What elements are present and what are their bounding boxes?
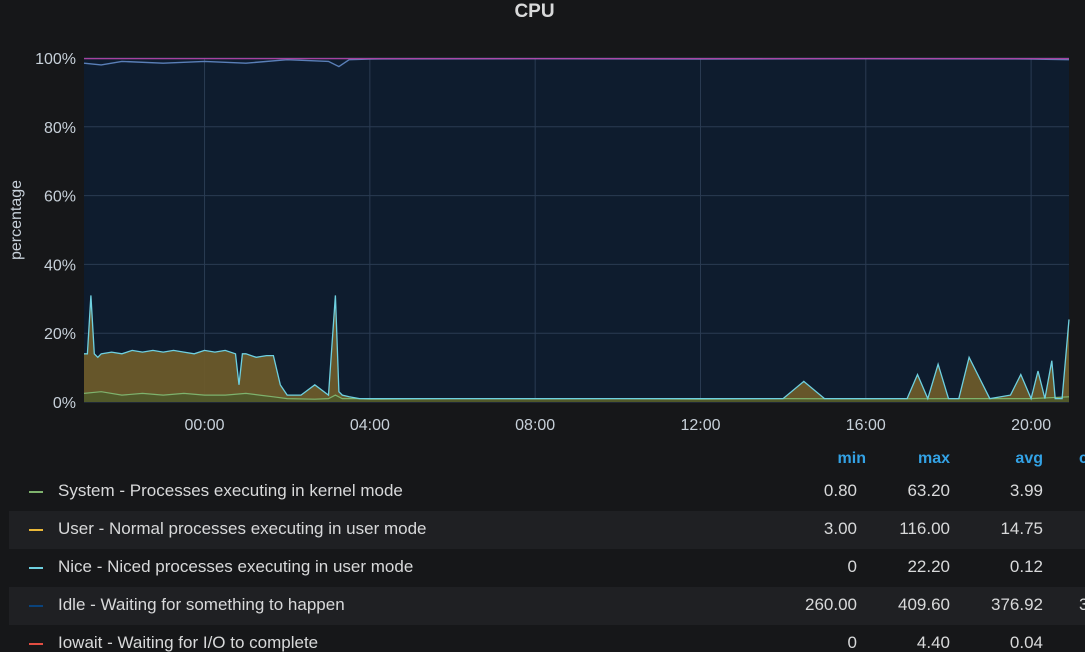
series-min: 0.80 [823,481,857,500]
series-avg: 376.92 [991,595,1043,614]
series-name[interactable]: System - Processes executing in kernel m… [58,481,403,501]
series-max: 22.20 [907,557,950,576]
y-tick-label: 20% [44,326,76,343]
y-tick-label: 0% [53,395,76,412]
series-avg: 14.75 [1000,519,1043,538]
series-name[interactable]: Nice - Niced processes executing in user… [58,557,413,577]
x-tick-label: 08:00 [515,417,555,434]
x-tick-label: 00:00 [185,417,225,434]
legend-table: min max avg c System - Processes executi… [9,446,1085,652]
series-avg: 0.04 [1009,633,1043,652]
series-name[interactable]: User - Normal processes executing in use… [58,519,426,539]
series-name[interactable]: Iowait - Waiting for I/O to complete [58,633,318,652]
series-min: 0 [847,557,857,576]
series-avg: 0.12 [1009,557,1043,576]
cpu-chart[interactable]: 0% 20% 40% 60% 80% 100% 00:00 04:00 08:00 12:00 16… [0,0,1085,440]
series-max: 116.00 [899,519,950,538]
series-color-swatch[interactable] [29,529,43,531]
series-color-swatch[interactable] [29,567,43,569]
series-min: 0 [847,633,857,652]
legend-row[interactable]: System - Processes executing in kernel m… [9,473,1085,511]
x-tick-label: 20:00 [1011,417,1051,434]
series-max: 409.60 [898,595,950,614]
series-current: 3 [1079,595,1085,614]
legend-header-max[interactable]: max [870,450,950,468]
legend-header: min max avg c [9,446,1085,473]
plot-area [84,58,1069,402]
series-color-swatch[interactable] [29,491,43,493]
series-avg: 3.99 [1009,481,1043,500]
series-max: 63.20 [907,481,950,500]
y-tick-label: 100% [35,51,76,68]
y-axis-title: percentage [8,180,25,260]
series-color-swatch[interactable] [29,643,43,645]
legend-row[interactable]: Idle - Waiting for something to happen 26… [9,587,1085,625]
legend-header-min[interactable]: min [786,450,866,468]
x-tick-label: 16:00 [846,417,886,434]
legend-row[interactable]: User - Normal processes executing in use… [9,511,1085,549]
series-max: 4.40 [916,633,950,652]
series-min: 260.00 [805,595,857,614]
y-tick-label: 80% [44,120,76,137]
cpu-panel: CPU 0% 20% 40% 60% 80% 100% 00:00 04:00 08:00 12:… [0,0,1085,652]
legend-header-avg[interactable]: avg [963,450,1043,468]
legend-row[interactable]: Nice - Niced processes executing in user… [9,549,1085,587]
y-tick-label: 60% [44,189,76,206]
series-color-swatch[interactable] [29,605,43,607]
legend-row[interactable]: Iowait - Waiting for I/O to complete 0 4.4… [9,625,1085,652]
series-min: 3.00 [823,519,857,538]
legend-header-current[interactable]: c [1079,450,1085,468]
y-tick-label: 40% [44,257,76,274]
series-name[interactable]: Idle - Waiting for something to happen [58,595,345,615]
x-tick-label: 04:00 [350,417,390,434]
x-tick-label: 12:00 [680,417,720,434]
